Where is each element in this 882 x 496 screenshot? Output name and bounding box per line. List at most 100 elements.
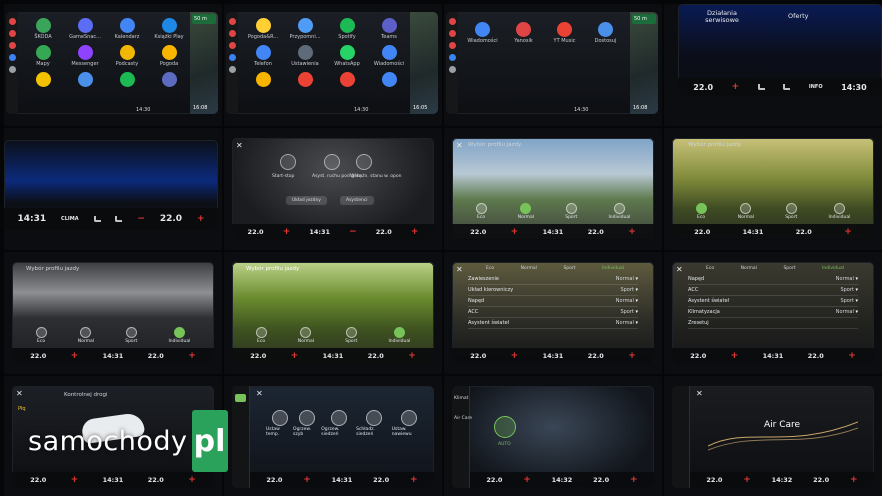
- app-tile[interactable]: Teams: [370, 18, 408, 40]
- settings-row[interactable]: Napęd Normal: [688, 274, 858, 285]
- setting-value[interactable]: Normal: [616, 320, 638, 326]
- rail-icon[interactable]: [228, 54, 236, 61]
- temp-up-button[interactable]: +: [844, 227, 852, 237]
- climate-shortcut[interactable]: Ogrzew. siedzeń: [321, 410, 356, 437]
- profile-option[interactable]: Individual: [388, 327, 410, 344]
- climate-tab[interactable]: Klimat: [454, 396, 468, 401]
- climate-shortcut[interactable]: Schładz. siedzeń: [356, 410, 392, 437]
- settings-row[interactable]: Zawieszenie Normal: [468, 274, 638, 285]
- rail-icon[interactable]: [448, 30, 456, 37]
- close-icon[interactable]: ✕: [236, 141, 243, 150]
- rail-icon[interactable]: [448, 18, 456, 25]
- rail-icon[interactable]: [8, 66, 16, 73]
- setting-value[interactable]: Sport: [840, 298, 858, 304]
- app-tile[interactable]: GameSnac...: [66, 18, 104, 40]
- temp-up-button[interactable]: +: [511, 351, 519, 361]
- rail-icon[interactable]: [8, 18, 16, 25]
- climate-shortcut[interactable]: Ogrzew. szyb: [293, 410, 321, 437]
- profile-option[interactable]: Sport: [565, 203, 577, 220]
- app-tile[interactable]: WhatsApp: [328, 45, 366, 67]
- settings-row[interactable]: ACC Sport: [468, 307, 638, 318]
- temp-up-button[interactable]: +: [197, 214, 205, 224]
- climate-shortcut[interactable]: Ustaw temp.: [266, 410, 293, 437]
- close-icon[interactable]: ✕: [256, 389, 263, 398]
- profile-tab[interactable]: Eco: [486, 266, 494, 271]
- settings-row[interactable]: Napęd Normal: [468, 296, 638, 307]
- temp-up-button[interactable]: +: [410, 475, 418, 485]
- rail-icon[interactable]: [8, 54, 16, 61]
- auto-button[interactable]: [494, 416, 516, 438]
- profile-option[interactable]: Normal: [78, 327, 94, 344]
- rail-icon[interactable]: [228, 30, 236, 37]
- rail-icon[interactable]: [228, 42, 236, 49]
- temp-up-button[interactable]: +: [283, 227, 291, 237]
- tyre-pressure-icon[interactable]: [356, 154, 372, 170]
- app-tile[interactable]: Podcasty: [108, 45, 146, 67]
- app-tile[interactable]: Mapy: [24, 45, 62, 67]
- clima-button[interactable]: CLIMA: [61, 216, 79, 222]
- app-tile[interactable]: Przypomni...: [286, 18, 324, 40]
- temp-up-button[interactable]: +: [291, 351, 299, 361]
- app-tile[interactable]: [370, 72, 408, 87]
- aa-map-widget[interactable]: 50 m 16:08: [630, 12, 658, 114]
- setting-value[interactable]: Sport: [620, 309, 638, 315]
- temp-down-button[interactable]: −: [137, 214, 145, 224]
- temp-up-button[interactable]: +: [630, 475, 638, 485]
- profile-option[interactable]: Eco: [255, 327, 267, 344]
- rail-icon[interactable]: [448, 66, 456, 73]
- aa-map-widget[interactable]: 50 m 16:08: [190, 12, 218, 114]
- temp-up-button[interactable]: +: [731, 351, 739, 361]
- app-tile[interactable]: Pogoda&R...: [244, 18, 282, 40]
- profile-option[interactable]: Normal: [738, 203, 754, 220]
- app-tile[interactable]: Wiadomości: [370, 45, 408, 67]
- close-icon[interactable]: ✕: [696, 389, 703, 398]
- seat-vent-icon[interactable]: [115, 216, 123, 222]
- profile-option[interactable]: Eco: [475, 203, 487, 220]
- temp-up-button[interactable]: +: [408, 351, 416, 361]
- close-icon[interactable]: ✕: [456, 141, 463, 150]
- app-tile[interactable]: [286, 72, 324, 87]
- settings-row[interactable]: Zresetuj: [688, 318, 858, 329]
- setting-value[interactable]: Sport: [840, 287, 858, 293]
- settings-row[interactable]: Klimatyzacja Normal: [688, 307, 858, 318]
- settings-row[interactable]: Układ kierowniczy Sport: [468, 285, 638, 296]
- app-tile[interactable]: [244, 72, 282, 87]
- seat-vent-icon[interactable]: [783, 84, 791, 90]
- app-tile[interactable]: ŠKODA: [24, 18, 62, 40]
- seat-heat-icon[interactable]: [93, 216, 101, 222]
- app-tile[interactable]: [328, 72, 366, 87]
- setting-value[interactable]: Normal: [836, 276, 858, 282]
- app-tile[interactable]: [150, 72, 188, 87]
- temp-up-button[interactable]: +: [411, 227, 419, 237]
- app-tile[interactable]: Wiadomości: [464, 22, 501, 44]
- app-tile[interactable]: Dostosuj: [587, 22, 624, 44]
- profile-option[interactable]: Individual: [168, 327, 190, 344]
- settings-row[interactable]: ACC Sport: [688, 285, 858, 296]
- app-tile[interactable]: Spotify: [328, 18, 366, 40]
- seat-heat-icon[interactable]: [757, 84, 765, 90]
- temp-down-button[interactable]: −: [349, 227, 357, 237]
- profile-option[interactable]: Eco: [695, 203, 707, 220]
- temp-up-button[interactable]: +: [71, 475, 79, 485]
- temp-up-button[interactable]: +: [188, 475, 196, 485]
- app-tile[interactable]: Książki Play: [150, 18, 188, 40]
- profile-tab[interactable]: Sport: [563, 266, 575, 271]
- profile-tab[interactable]: Sport: [783, 266, 795, 271]
- chassis-button[interactable]: Układ jezdny: [286, 196, 327, 205]
- rail-active-tab[interactable]: [235, 394, 246, 402]
- app-tile[interactable]: Messenger: [66, 45, 104, 67]
- temp-up-button[interactable]: +: [850, 475, 858, 485]
- profile-option[interactable]: Sport: [125, 327, 137, 344]
- temp-up-button[interactable]: +: [303, 475, 311, 485]
- temp-up-button[interactable]: +: [628, 351, 636, 361]
- app-tile[interactable]: Yanosik: [505, 22, 542, 44]
- close-icon[interactable]: ✕: [676, 265, 683, 274]
- close-icon[interactable]: ✕: [456, 265, 463, 274]
- temp-up-button[interactable]: +: [511, 227, 519, 237]
- profile-tab[interactable]: Eco: [706, 266, 714, 271]
- temp-up-button[interactable]: +: [628, 227, 636, 237]
- info-label[interactable]: INFO: [809, 84, 823, 90]
- profile-option[interactable]: Individual: [608, 203, 630, 220]
- setting-value[interactable]: Normal: [836, 309, 858, 315]
- profile-tab[interactable]: Normal: [521, 266, 537, 271]
